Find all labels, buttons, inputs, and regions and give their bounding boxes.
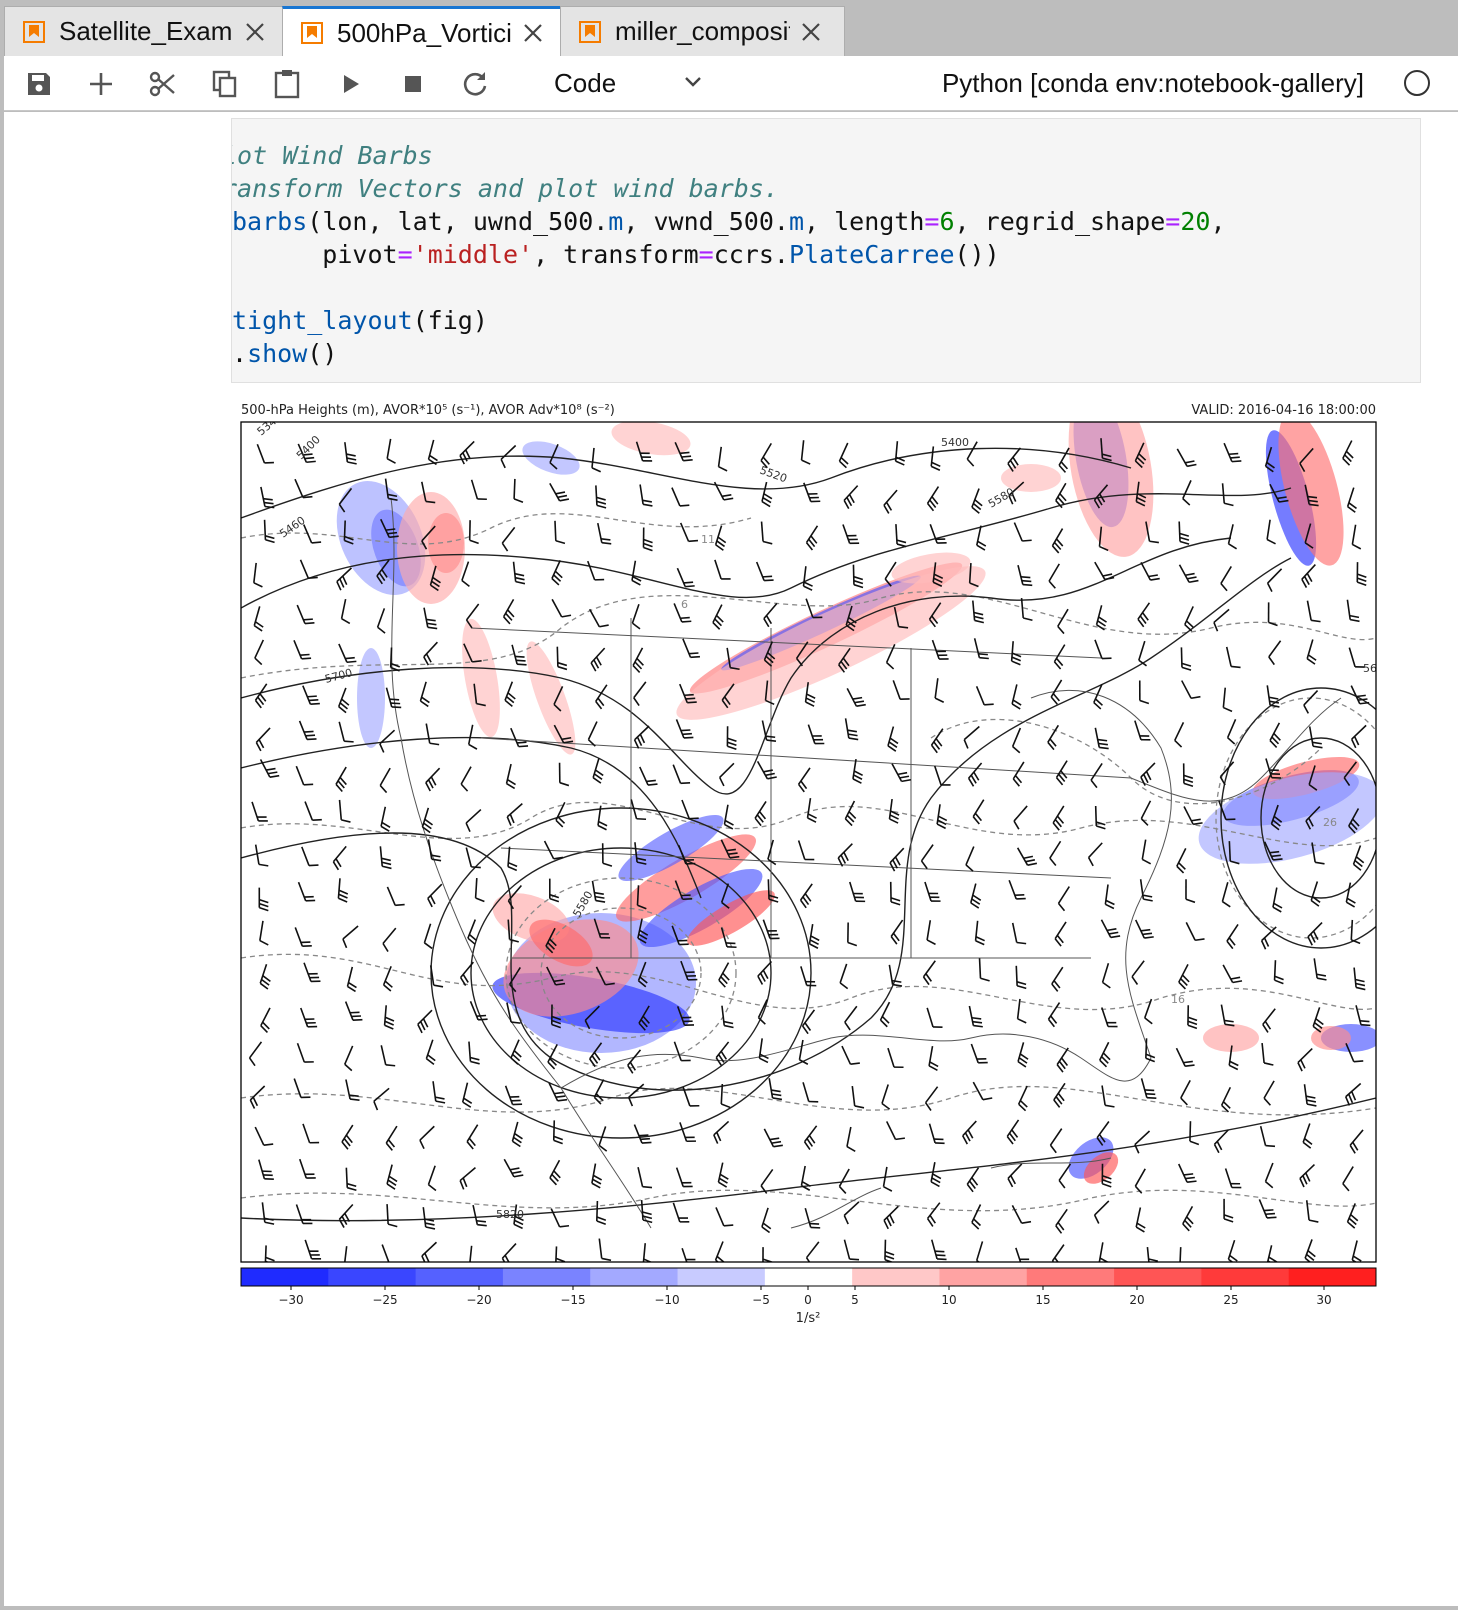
- kernel-status-icon: [1404, 70, 1430, 96]
- restart-button[interactable]: [458, 68, 492, 100]
- tab-miller-composite[interactable]: miller_composite: [560, 6, 845, 56]
- colorbar-segment: [241, 1268, 329, 1286]
- contour-label: 5820: [496, 1208, 524, 1221]
- kernel-name[interactable]: Python [conda env:notebook-gallery]: [942, 68, 1364, 99]
- colorbar-label: 1/s²: [796, 1311, 821, 1326]
- colorbar-tick-label: 5: [851, 1293, 859, 1307]
- close-icon[interactable]: [800, 21, 822, 43]
- contour-label: 56: [1363, 662, 1377, 675]
- contour-label: 26: [1323, 816, 1337, 829]
- colorbar-segment: [1026, 1268, 1115, 1286]
- tab-label: Satellite_Example: [59, 16, 234, 46]
- code-line: pivot='middle', transform=ccrs.PlateCarr…: [232, 240, 1000, 269]
- code-line: .show(): [232, 339, 338, 368]
- add-cell-button[interactable]: [84, 68, 118, 100]
- valid-time: VALID: 2016-04-16 18:00:00: [1191, 403, 1376, 418]
- stop-button[interactable]: [396, 68, 430, 100]
- copy-button[interactable]: [208, 68, 242, 100]
- colorbar-tick-label: 30: [1316, 1293, 1331, 1307]
- copy-icon: [212, 70, 237, 98]
- save-button[interactable]: [22, 68, 56, 100]
- weather-map-figure: 500-hPa Heights (m), AVOR*10⁵ (s⁻¹), AVO…: [240, 403, 1377, 1326]
- colorbar-tick-label: −5: [752, 1293, 770, 1307]
- cut-icon: [149, 71, 175, 97]
- colorbar-tick-label: 15: [1035, 1293, 1050, 1307]
- colorbar-tick-label: −25: [372, 1293, 397, 1307]
- colorbar: [240, 1267, 1377, 1287]
- tab-bar: Satellite_Example 500hPa_Vorticity_Advec…: [0, 0, 1458, 57]
- tab-500hpa-vorticity[interactable]: 500hPa_Vorticity_Advection: [282, 6, 567, 57]
- run-icon: [344, 75, 359, 93]
- cell-type-select[interactable]: Code: [554, 65, 714, 101]
- colorbar-segment: [502, 1268, 591, 1286]
- colorbar-tick-label: −20: [466, 1293, 491, 1307]
- code-line: tight_layout(fig): [232, 306, 488, 335]
- colorbar-tick-label: 20: [1129, 1293, 1144, 1307]
- colorbar-segment: [939, 1268, 1028, 1286]
- colorbar-segment: [590, 1268, 679, 1286]
- output-figure: 500-hPa Heights (m), AVOR*10⁵ (s⁻¹), AVO…: [231, 398, 1426, 1458]
- colorbar-tick-label: 0: [804, 1293, 812, 1307]
- run-button[interactable]: [334, 68, 368, 100]
- notebook-panel: lot Wind Barbs ransform Vectors and plot…: [4, 112, 1458, 1606]
- contour-label: 16: [1171, 993, 1185, 1006]
- colorbar-segment: [1288, 1268, 1377, 1286]
- colorbar-tick-label: 10: [941, 1293, 956, 1307]
- contour-label: 6: [681, 598, 688, 611]
- paste-button[interactable]: [270, 68, 304, 100]
- code-cell[interactable]: lot Wind Barbs ransform Vectors and plot…: [231, 118, 1421, 383]
- tab-label: miller_composite: [615, 16, 790, 46]
- colorbar-tick-label: 25: [1223, 1293, 1238, 1307]
- notebook-icon: [579, 20, 601, 43]
- colorbar-segment: [1114, 1268, 1202, 1286]
- stop-icon: [405, 76, 421, 92]
- notebook-toolbar: Code Python [conda env:notebook-gallery]: [4, 56, 1458, 111]
- add-cell-icon: [90, 73, 112, 95]
- notebook-icon: [23, 20, 45, 43]
- map-plot-area: 5340 5400 5460 5520 5580 5400 5700 5580 …: [241, 422, 1377, 1262]
- colorbar-segment: [328, 1268, 417, 1286]
- colorbar-segment: [1201, 1268, 1290, 1286]
- colorbar-ticks: −30 −25 −20 −15 −10 −5 0 5 10 15 20 25 30: [278, 1286, 1332, 1307]
- colorbar-tick-label: −10: [654, 1293, 679, 1307]
- colorbar-segment: [677, 1268, 766, 1286]
- tab-satellite-example[interactable]: Satellite_Example: [4, 6, 289, 56]
- vorticity-blob: [357, 648, 385, 748]
- colorbar-segment: [852, 1268, 940, 1286]
- save-icon: [28, 73, 50, 95]
- close-icon[interactable]: [244, 21, 266, 43]
- restart-icon: [463, 72, 487, 96]
- colorbar-segment: [764, 1268, 853, 1286]
- paste-icon: [274, 70, 300, 99]
- chevron-down-icon: [685, 77, 701, 87]
- close-icon[interactable]: [522, 22, 544, 44]
- code-line: barbs(lon, lat, uwnd_500.m, vwnd_500.m, …: [232, 207, 1226, 236]
- figure-title: 500-hPa Heights (m), AVOR*10⁵ (s⁻¹), AVO…: [241, 403, 615, 418]
- code-line: lot Wind Barbs: [231, 141, 433, 170]
- tab-label: 500hPa_Vorticity_Advection: [337, 17, 512, 48]
- contour-label: 11: [701, 533, 715, 546]
- colorbar-segment: [415, 1268, 504, 1286]
- colorbar-tick-label: −15: [560, 1293, 585, 1307]
- cell-type-value: Code: [554, 67, 617, 98]
- notebook-icon: [301, 22, 323, 44]
- colorbar-tick-label: −30: [278, 1293, 303, 1307]
- contour-label: 5400: [941, 436, 969, 449]
- vorticity-blob: [397, 492, 465, 604]
- code-line: ransform Vectors and plot wind barbs.: [231, 174, 779, 203]
- cut-button[interactable]: [146, 68, 180, 100]
